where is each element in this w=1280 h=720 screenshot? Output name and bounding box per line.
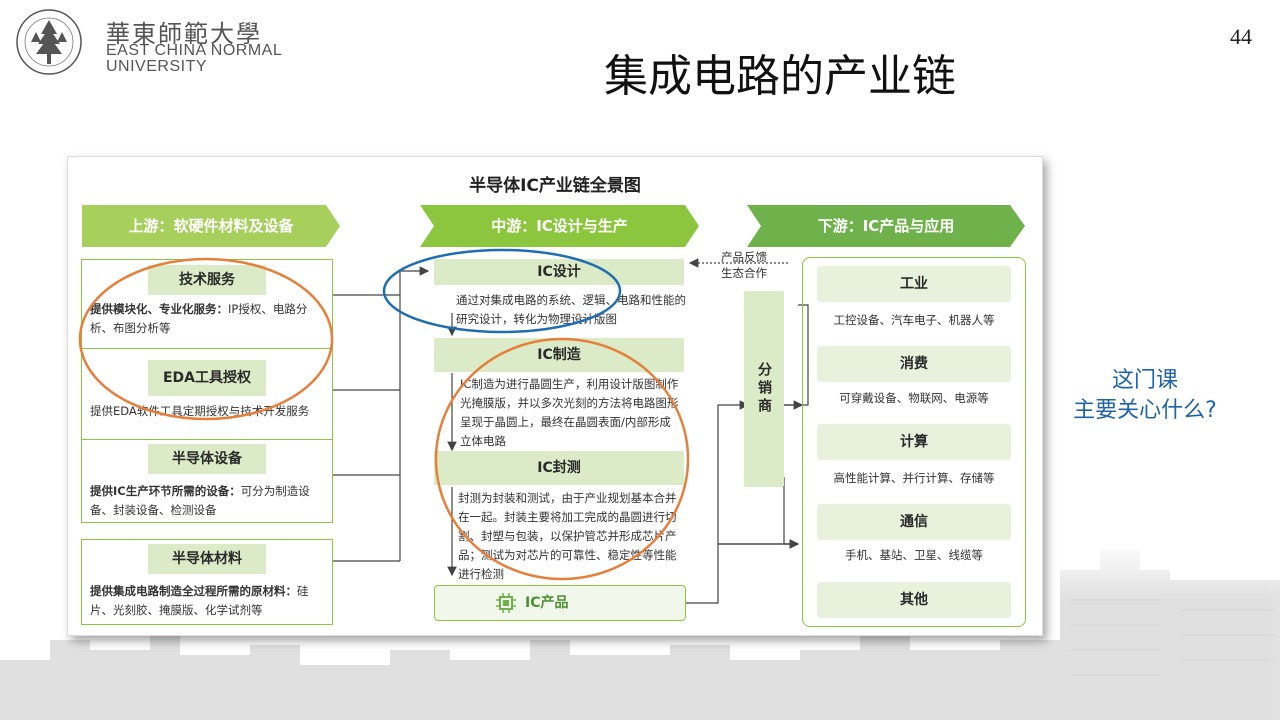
upstream-band-label: 上游：软硬件材料及设备 (128, 217, 294, 235)
chip-icon (496, 593, 516, 613)
consumer-text: 可穿戴设备、物联网、电源等 (839, 391, 989, 405)
equipment-header: 半导体设备 (148, 444, 266, 474)
ic-packaging-text: 封测为封装和测试，由于产业规划基本合并在一起。封装主要将加工完成的晶圆进行切割、… (458, 491, 677, 581)
page-number: 44 (1230, 24, 1252, 49)
side-question-line1: 这门课 (1111, 368, 1178, 393)
computing-header: 计算 (817, 424, 1011, 460)
communication-text: 手机、基站、卫星、线缆等 (845, 548, 983, 562)
materials-text-bold: 提供集成电路制造全过程所需的原材料： (90, 584, 297, 598)
distributor-label: 分销商 (756, 362, 772, 416)
computing-text: 高性能计算、并行计算、存储等 (833, 471, 995, 485)
communication-header: 通信 (817, 504, 1011, 540)
upstream-group-materials: 半导体材料 提供集成电路制造全过程所需的原材料：硅片、光刻胶、掩膜版、化学试剂等 (81, 539, 333, 625)
industry-header: 工业 (817, 266, 1011, 302)
equipment-text: 提供IC生产环节所需的设备：可分为制造设备、封装设备、检测设备 (90, 482, 326, 520)
university-logo[interactable]: 華東師範大學 EAST CHINA NORMAL UNIVERSITY (10, 6, 310, 78)
equipment-text-bold: 提供IC生产环节所需的设备： (90, 484, 241, 498)
distributor-box: 分销商 (744, 291, 784, 487)
ic-design-header: IC设计 (434, 259, 684, 285)
university-seal-icon (16, 9, 82, 75)
tech-service-text: 提供模块化、专业化服务：IP授权、电路分析、布图分析等 (90, 300, 326, 338)
logo-english-name-line2: UNIVERSITY (106, 58, 208, 75)
industry-text: 工控设备、汽车电子、机器人等 (833, 313, 995, 327)
ic-manufacture-text: IC制造为进行晶圆生产，利用设计版图制作光掩膜版，并以多次光刻的方法将电路图形呈… (460, 377, 679, 448)
eda-header: EDA工具授权 (148, 360, 266, 396)
materials-header: 半导体材料 (148, 544, 266, 574)
divider (82, 348, 332, 349)
materials-text: 提供集成电路制造全过程所需的原材料：硅片、光刻胶、掩膜版、化学试剂等 (90, 582, 326, 620)
ic-manufacture-header: IC制造 (434, 338, 684, 372)
upstream-group-equipment: 半导体设备 提供IC生产环节所需的设备：可分为制造设备、封装设备、检测设备 (81, 439, 333, 523)
ic-product-box: IC产品 (434, 585, 686, 621)
eda-text: 提供EDA软件工具定期授权与技术开发服务 (90, 404, 310, 418)
feedback-line2: 生态合作 (721, 266, 767, 280)
ic-design-text: 通过对集成电路的系统、逻辑、电路和性能的研究设计，转化为物理设计版图 (456, 293, 686, 326)
tech-service-text-bold: 提供模块化、专业化服务： (90, 302, 228, 316)
ic-industry-chain-diagram: 半导体IC产业链全景图 上游：软硬件材料及设备 中游：IC设计与生产 下游：IC… (67, 156, 1043, 636)
consumer-header: 消费 (817, 346, 1011, 382)
feedback-line1: 产品反馈 (721, 250, 767, 264)
feedback-label: 产品反馈 生态合作 (708, 249, 780, 281)
slide-title: 集成电路的产业链 (604, 51, 956, 102)
other-header: 其他 (817, 582, 1011, 618)
ic-packaging-header: IC封测 (434, 451, 684, 485)
ic-product-label: IC产品 (525, 595, 569, 611)
tech-service-header: 技术服务 (148, 265, 266, 295)
downstream-band-label: 下游：IC产品与应用 (817, 217, 955, 235)
upstream-group-services: 技术服务 提供模块化、专业化服务：IP授权、电路分析、布图分析等 EDA工具授权… (81, 259, 333, 441)
midstream-band-label: 中游：IC设计与生产 (491, 217, 628, 235)
side-question: 这门课 主要关心什么? (1050, 366, 1240, 426)
side-question-line2: 主要关心什么? (1073, 398, 1217, 423)
downstream-applications: 工业 工控设备、汽车电子、机器人等 消费 可穿戴设备、物联网、电源等 计算 高性… (802, 257, 1026, 627)
